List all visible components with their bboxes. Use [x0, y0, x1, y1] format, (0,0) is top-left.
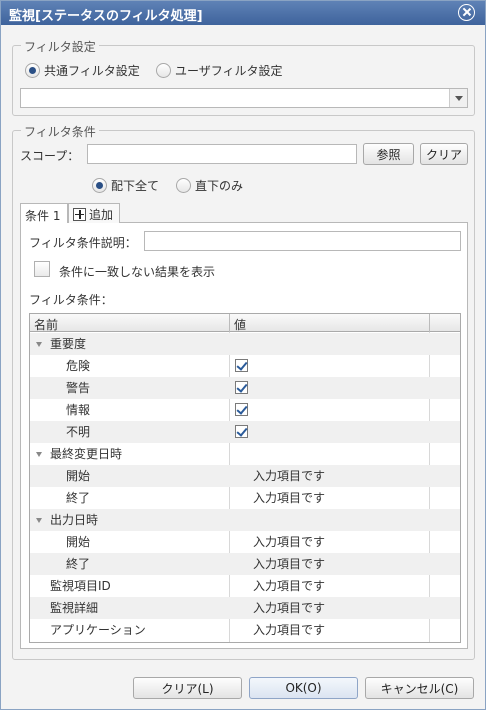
radio-dot-selected[interactable]: [92, 178, 107, 193]
row-name-text: 情報: [66, 403, 91, 417]
table-row[interactable]: 不明: [30, 421, 460, 443]
ok-button[interactable]: OK(O): [249, 677, 358, 699]
filter-dialog: 監視[ステータスのフィルタ処理] フィルタ設定 共通フィルタ設定 ユーザフィルタ…: [0, 0, 486, 710]
row-value-cell[interactable]: 入力項目です: [253, 575, 325, 597]
row-name-cell: 不明: [66, 421, 90, 443]
add-tab-label: 追加: [89, 207, 114, 222]
grid-header: 名前 値: [30, 314, 460, 332]
scope-clear-button[interactable]: クリア: [420, 143, 468, 165]
row-name-cell: 終了: [66, 487, 90, 509]
row-value-cell[interactable]: 入力項目です: [253, 465, 325, 487]
table-row[interactable]: 出力日時: [30, 509, 460, 531]
row-name-cell: アプリケーション: [50, 619, 146, 641]
conditions-grid: 名前 値 重要度 危険 警告 情報 不明 最終変更日時 開始 入力項目です 終了 入力項目です 出力…: [29, 313, 461, 643]
table-row[interactable]: 警告: [30, 377, 460, 399]
table-row[interactable]: 開始 入力項目です: [30, 531, 460, 553]
table-row[interactable]: 情報: [30, 399, 460, 421]
clear-button[interactable]: クリア(L): [133, 677, 242, 699]
row-name-text: 終了: [66, 557, 91, 571]
table-row[interactable]: 監視項目ID 入力項目です: [30, 575, 460, 597]
radio-direct-only-label: 直下のみ: [195, 179, 244, 193]
column-header-name[interactable]: 名前: [30, 314, 230, 332]
plus-icon: [73, 207, 86, 221]
radio-user-filter[interactable]: ユーザフィルタ設定: [156, 62, 283, 79]
radio-common-filter-label: 共通フィルタ設定: [44, 64, 140, 78]
row-value-cell[interactable]: 入力項目です: [253, 487, 325, 509]
table-row[interactable]: 終了 入力項目です: [30, 553, 460, 575]
row-name-text: 不明: [66, 425, 91, 439]
row-name-text: 警告: [66, 381, 91, 395]
show-unmatched-checkbox[interactable]: [34, 261, 50, 277]
filter-settings-legend: フィルタ設定: [21, 38, 99, 55]
cancel-button[interactable]: キャンセル(C): [365, 677, 474, 699]
row-name-cell: 重要度: [36, 333, 86, 355]
row-name-cell: 情報: [66, 399, 90, 421]
close-icon[interactable]: [458, 4, 475, 21]
row-name-cell: 出力日時: [36, 509, 98, 531]
table-row[interactable]: 危険: [30, 355, 460, 377]
row-name-cell: 最終変更日時: [36, 443, 122, 465]
row-value-cell[interactable]: 入力項目です: [253, 531, 325, 553]
row-name-cell: 開始: [66, 531, 90, 553]
tab-body: フィルタ条件説明： 条件に一致しない結果を表示 フィルタ条件： 名前 値 重要度…: [20, 223, 468, 649]
row-name-text: 最終変更日時: [50, 447, 123, 461]
table-row[interactable]: 重要度: [30, 333, 460, 355]
row-name-cell: 危険: [66, 355, 90, 377]
tab-condition-1[interactable]: 条件 1: [20, 203, 68, 224]
scope-label: スコープ：: [20, 149, 80, 163]
row-name-text: 危険: [66, 359, 91, 373]
filter-select[interactable]: [20, 88, 468, 108]
row-name-cell: 警告: [66, 377, 90, 399]
expand-triangle-icon[interactable]: [36, 518, 42, 523]
expand-triangle-icon[interactable]: [36, 342, 42, 347]
row-name-cell: 開始: [66, 465, 90, 487]
scope-input[interactable]: [87, 144, 357, 164]
show-unmatched-label: 条件に一致しない結果を表示: [59, 265, 216, 279]
row-value-cell[interactable]: 入力項目です: [253, 619, 325, 641]
table-row[interactable]: 終了 入力項目です: [30, 487, 460, 509]
conditions-label: フィルタ条件：: [29, 293, 113, 307]
description-label: フィルタ条件説明：: [29, 236, 137, 250]
filter-conditions-legend: フィルタ条件: [21, 123, 99, 140]
radio-all-below-label: 配下全て: [111, 179, 160, 193]
table-row[interactable]: 開始 入力項目です: [30, 465, 460, 487]
radio-user-filter-label: ユーザフィルタ設定: [175, 64, 283, 78]
row-name-text: 監視項目ID: [50, 579, 111, 593]
row-checkbox-checked[interactable]: [235, 403, 248, 416]
condition-tab-panel: 条件 1 追加 フィルタ条件説明： 条件に一致しない結果を表示 フィルタ条件： …: [20, 203, 468, 649]
row-name-cell: 監視詳細: [50, 597, 98, 619]
title-bar[interactable]: 監視[ステータスのフィルタ処理]: [1, 1, 485, 25]
radio-dot-selected[interactable]: [25, 63, 40, 78]
chevron-down-icon[interactable]: [449, 89, 467, 107]
row-name-text: 監視詳細: [50, 601, 99, 615]
table-row[interactable]: 最終変更日時: [30, 443, 460, 465]
radio-direct-only[interactable]: 直下のみ: [176, 177, 243, 194]
add-tab-button[interactable]: 追加: [68, 203, 120, 224]
row-checkbox-checked[interactable]: [235, 359, 248, 372]
table-row[interactable]: アプリケーション 入力項目です: [30, 619, 460, 641]
row-checkbox-checked[interactable]: [235, 381, 248, 394]
row-name-text: 終了: [66, 491, 91, 505]
table-row[interactable]: 監視詳細 入力項目です: [30, 597, 460, 619]
row-checkbox-checked[interactable]: [235, 425, 248, 438]
row-name-text: 開始: [66, 535, 91, 549]
dialog-title: 監視[ステータスのフィルタ処理]: [9, 9, 203, 24]
row-name-text: 出力日時: [50, 513, 99, 527]
radio-common-filter[interactable]: 共通フィルタ設定: [25, 62, 140, 79]
column-header-value[interactable]: 値: [230, 314, 430, 332]
browse-button[interactable]: 参照: [363, 143, 414, 165]
row-name-text: 開始: [66, 469, 91, 483]
radio-dot[interactable]: [176, 178, 191, 193]
row-name-text: アプリケーション: [50, 623, 146, 637]
row-value-cell[interactable]: 入力項目です: [253, 597, 325, 619]
description-input[interactable]: [144, 231, 461, 251]
row-name-cell: 監視項目ID: [50, 575, 111, 597]
radio-dot[interactable]: [156, 63, 171, 78]
row-value-cell[interactable]: 入力項目です: [253, 553, 325, 575]
radio-all-below[interactable]: 配下全て: [92, 177, 159, 194]
filter-settings-group: フィルタ設定 共通フィルタ設定 ユーザフィルタ設定: [12, 38, 475, 116]
expand-triangle-icon[interactable]: [36, 452, 42, 457]
row-name-cell: 終了: [66, 553, 90, 575]
row-name-text: 重要度: [50, 337, 87, 351]
